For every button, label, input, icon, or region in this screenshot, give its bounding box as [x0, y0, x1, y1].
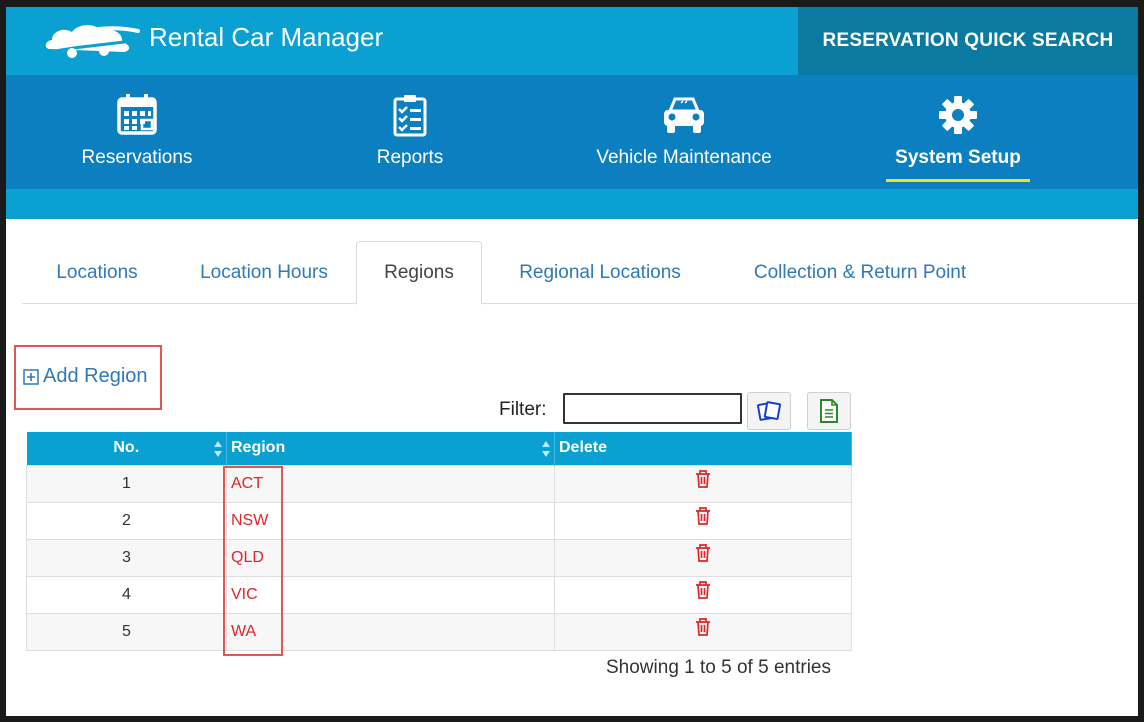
delete-cell	[554, 501, 852, 539]
nav-label: System Setup	[895, 147, 1021, 168]
nav-item-vehicle-maintenance[interactable]: Vehicle Maintenance	[586, 75, 782, 189]
column-header-label: No.	[113, 439, 140, 457]
tab-regional-locations[interactable]: Regional Locations	[500, 241, 700, 304]
add-region-link[interactable]: Add Region	[23, 365, 148, 388]
add-region-label: Add Region	[43, 365, 148, 387]
table-row: 5 WA	[26, 612, 852, 651]
trash-icon[interactable]	[694, 543, 712, 563]
delete-cell	[554, 612, 852, 651]
tab-collection-return-point[interactable]: Collection & Return Point	[726, 241, 994, 304]
regions-table: No. Region Delete 1 ACT 2 NSW 3 QLD 4 VI…	[26, 432, 852, 651]
row-number: 4	[26, 575, 227, 613]
column-header-label: Delete	[559, 439, 608, 457]
table-info: Showing 1 to 5 of 5 entries	[606, 657, 831, 678]
row-number: 2	[26, 501, 227, 539]
column-header-label: Region	[231, 439, 286, 457]
trash-icon[interactable]	[694, 617, 712, 637]
table-row: 1 ACT	[26, 464, 852, 502]
row-number: 1	[26, 464, 227, 502]
sub-bar	[6, 189, 1138, 219]
main-nav: Reservations Reports Vehicle Maintenance…	[6, 75, 1138, 189]
trash-icon[interactable]	[694, 580, 712, 600]
nav-item-reports[interactable]: Reports	[348, 75, 472, 189]
export-csv-button[interactable]	[807, 392, 851, 430]
setup-tabs: Locations Location Hours Regions Regiona…	[22, 241, 1138, 305]
trash-icon[interactable]	[694, 506, 712, 526]
column-header-region[interactable]: Region	[226, 432, 555, 465]
table-header-row: No. Region Delete	[26, 432, 852, 465]
sort-icon	[542, 441, 550, 457]
app-window: Rental Car Manager RESERVATION QUICK SEA…	[0, 0, 1144, 722]
table-row: 4 VIC	[26, 575, 852, 613]
copy-icon	[757, 401, 781, 421]
region-name[interactable]: QLD	[226, 538, 555, 576]
row-number: 5	[26, 612, 227, 651]
region-name[interactable]: VIC	[226, 575, 555, 613]
tab-locations[interactable]: Locations	[38, 241, 156, 304]
filter-label: Filter:	[499, 399, 547, 420]
nav-label: Reports	[376, 147, 444, 168]
column-header-delete: Delete	[554, 432, 852, 465]
nav-item-reservations[interactable]: Reservations	[66, 75, 208, 189]
delete-cell	[554, 538, 852, 576]
calendar-icon	[117, 94, 157, 135]
copy-button[interactable]	[747, 392, 791, 430]
delete-cell	[554, 464, 852, 502]
document-icon	[820, 399, 838, 423]
tab-location-hours[interactable]: Location Hours	[180, 241, 348, 304]
car-icon	[664, 97, 704, 133]
delete-cell	[554, 575, 852, 613]
sort-icon	[214, 441, 222, 457]
region-name[interactable]: WA	[226, 612, 555, 651]
region-name[interactable]: NSW	[226, 501, 555, 539]
app-title: Rental Car Manager	[149, 22, 384, 52]
nav-label: Vehicle Maintenance	[596, 147, 772, 168]
tab-regions[interactable]: Regions	[356, 241, 482, 305]
trash-icon[interactable]	[694, 469, 712, 489]
checklist-icon	[393, 95, 427, 137]
region-name[interactable]: ACT	[226, 464, 555, 502]
filter-input[interactable]	[563, 393, 742, 424]
cloud-car-logo-icon	[45, 25, 140, 58]
active-nav-underline	[886, 179, 1030, 182]
table-row: 2 NSW	[26, 501, 852, 539]
plus-square-icon	[23, 368, 39, 385]
table-row: 3 QLD	[26, 538, 852, 576]
reservation-quick-search-button[interactable]: RESERVATION QUICK SEARCH	[798, 7, 1138, 75]
row-number: 3	[26, 538, 227, 576]
nav-label: Reservations	[81, 147, 193, 168]
nav-item-system-setup[interactable]: System Setup	[880, 75, 1036, 189]
gear-icon	[939, 96, 977, 134]
column-header-no[interactable]: No.	[26, 432, 227, 465]
top-bar: Rental Car Manager RESERVATION QUICK SEA…	[6, 7, 1138, 75]
